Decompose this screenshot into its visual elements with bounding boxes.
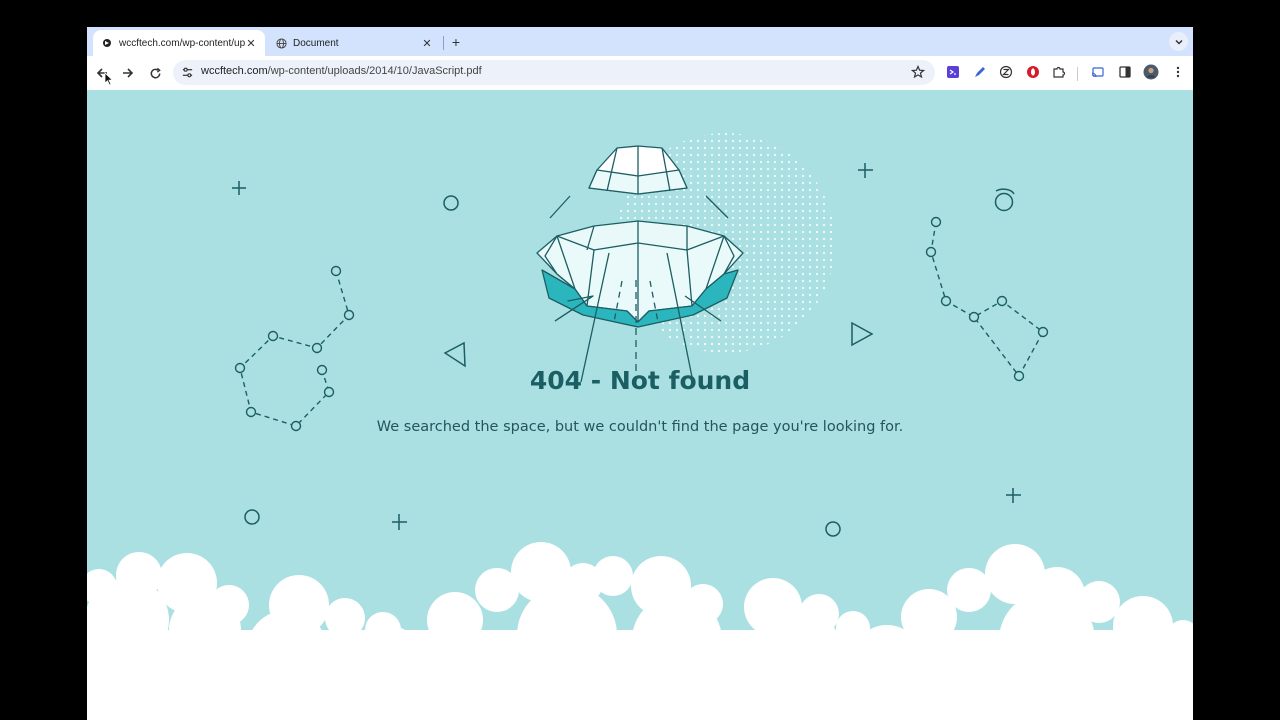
more-menu-icon[interactable]: [1170, 64, 1186, 80]
profile-avatar[interactable]: [1143, 64, 1159, 80]
tab-title: wccftech.com/wp-content/up: [119, 37, 245, 49]
constellation-right-icon: [925, 216, 1049, 382]
tab-close-icon[interactable]: ✕: [245, 37, 257, 50]
page-title: 404 - Not found: [529, 366, 751, 395]
opera-extension-icon[interactable]: [1025, 64, 1041, 80]
plus-icon: [1006, 488, 1021, 503]
forward-icon: [123, 68, 134, 78]
ring-icon: [244, 509, 260, 525]
address-bar[interactable]: wccftech.com/wp-content/uploads/2014/10/…: [173, 60, 935, 85]
reload-button[interactable]: [146, 64, 164, 82]
tab-close-icon[interactable]: ✕: [421, 37, 433, 50]
puzzle-icon[interactable]: [1051, 64, 1067, 80]
plus-icon: [392, 514, 407, 530]
globe-icon: [275, 37, 287, 49]
constellation-left-icon: [234, 265, 355, 432]
plus-icon: [232, 181, 246, 195]
browser-toolbar: wccftech.com/wp-content/uploads/2014/10/…: [87, 56, 1193, 90]
bookmark-star-icon[interactable]: [910, 64, 926, 84]
tab-search-button[interactable]: [1169, 32, 1188, 51]
zotero-extension-icon[interactable]: [998, 64, 1014, 80]
url-text[interactable]: wccftech.com/wp-content/uploads/2014/10/…: [201, 65, 482, 77]
tab-strip: wccftech.com/wp-content/up ✕ Document ✕ …: [87, 27, 1193, 56]
url-host: wccftech.com: [201, 65, 268, 77]
space-illustration: [87, 133, 1193, 720]
cast-icon[interactable]: [1090, 64, 1106, 80]
tab-wccftech[interactable]: wccftech.com/wp-content/up ✕: [93, 30, 265, 56]
sidebar-icon[interactable]: [1117, 64, 1133, 80]
plus-icon: [858, 163, 873, 178]
url-path: /wp-content/uploads/2014/10/JavaScript.p…: [267, 65, 482, 77]
extension-icon[interactable]: [945, 64, 961, 80]
toolbar-divider: [1077, 67, 1078, 81]
triangle-icon: [443, 341, 466, 368]
ring-icon: [443, 195, 459, 211]
error-message: We searched the space, but we couldn't f…: [376, 419, 904, 435]
tab-separator: [443, 36, 444, 50]
error-page: 404 - Not found We searched the space, b…: [87, 90, 1193, 720]
pen-extension-icon[interactable]: [972, 64, 988, 80]
site-favicon-icon: [101, 37, 113, 49]
forward-button[interactable]: [119, 64, 137, 82]
triangle-icon: [851, 321, 874, 347]
chevron-down-icon: [1174, 39, 1183, 45]
reload-icon: [150, 67, 161, 78]
browser-window: wccftech.com/wp-content/up ✕ Document ✕ …: [87, 27, 1193, 720]
ring-icon: [825, 521, 841, 537]
clouds: [87, 542, 1193, 720]
planet-icon: [994, 192, 1014, 212]
tab-title: Document: [293, 37, 339, 49]
site-settings-icon[interactable]: [181, 66, 194, 84]
mouse-cursor-icon: [104, 72, 114, 86]
tab-document[interactable]: Document ✕: [269, 30, 439, 56]
new-tab-button[interactable]: +: [447, 33, 465, 51]
